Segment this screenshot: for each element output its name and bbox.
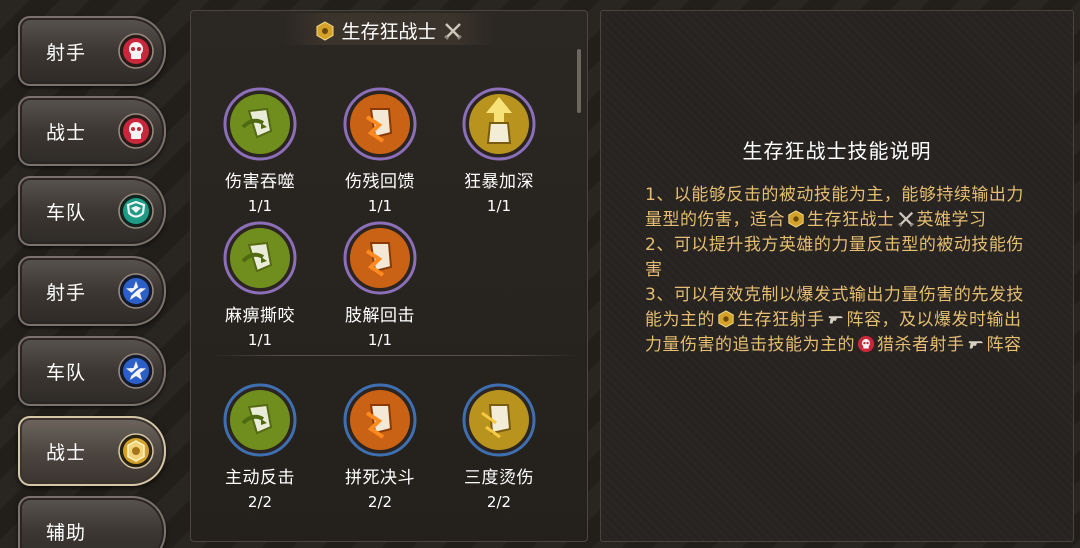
skill-desperate-duel[interactable]: 拼死决斗 2/2 <box>330 383 430 511</box>
skill-paralyzing-bite[interactable]: 麻痹撕咬 1/1 <box>210 221 310 349</box>
skill-name: 伤残回馈 <box>345 172 415 192</box>
skills-panel: 生存狂战士 伤害吞噬 1/1 伤残回馈 1/1 狂暴加深 1/1 麻痹撕咬 1/… <box>190 10 588 542</box>
gun-icon <box>967 335 985 353</box>
blue-star-badge-icon <box>118 353 154 389</box>
tab-label: 射手 <box>46 282 87 304</box>
skill-name: 肢解回击 <box>345 306 415 326</box>
teal-shield-badge-icon <box>118 193 154 229</box>
tab-convoy-1[interactable]: 车队 <box>18 176 166 246</box>
tab-support[interactable]: 辅助 <box>18 496 166 548</box>
tab-shooter-2[interactable]: 射手 <box>18 256 166 326</box>
red-skull-badge-icon <box>118 33 154 69</box>
skill-level: 1/1 <box>247 197 273 215</box>
skill-name: 拼死决斗 <box>345 468 415 488</box>
description-point-3: 3、可以有效克制以爆发式输出力量伤害的先发技能为主的 生存狂射手 阵容，及以爆发时输… <box>645 283 1035 358</box>
gold-hexagon-icon <box>787 210 805 228</box>
skill-name: 主动反击 <box>225 468 295 488</box>
skill-third-degree-burn[interactable]: 三度烫伤 2/2 <box>449 383 549 511</box>
description-panel: 生存狂战士技能说明 1、以能够反击的被动技能为主，能够持续输出力量型的伤害，适合… <box>600 10 1074 542</box>
green-leaf-skill-icon <box>223 87 297 161</box>
gold-hexagon-icon <box>315 21 335 41</box>
skill-name: 伤害吞噬 <box>225 172 295 192</box>
text: 英雄学习 <box>916 210 987 230</box>
tab-label: 射手 <box>46 42 87 64</box>
tab-label: 车队 <box>46 362 87 384</box>
gold-arrow-skill-icon <box>462 87 536 161</box>
description-point-1: 1、以能够反击的被动技能为主，能够持续输出力量型的伤害，适合 生存狂战士 英雄学习 <box>645 183 1035 233</box>
tab-label: 辅助 <box>46 522 87 544</box>
text: 猎杀者射手 <box>877 335 965 355</box>
green-leaf-skill-icon <box>223 383 297 457</box>
skill-level: 1/1 <box>486 197 512 215</box>
blue-star-badge-icon <box>118 273 154 309</box>
gold-hexagon-badge-icon <box>118 433 154 469</box>
skill-level: 2/2 <box>486 493 512 511</box>
skill-name: 麻痹撕咬 <box>225 306 295 326</box>
skill-level: 2/2 <box>247 493 273 511</box>
skill-active-counter[interactable]: 主动反击 2/2 <box>210 383 310 511</box>
description-point-2: 2、可以提升我方英雄的力量反击型的被动技能伤害 <box>645 235 1024 280</box>
skill-maim-feedback[interactable]: 伤残回馈 1/1 <box>330 87 430 215</box>
tab-warrior-2-active[interactable]: 战士 <box>18 416 166 486</box>
description-body: 1、以能够反击的被动技能为主，能够持续输出力量型的伤害，适合 生存狂战士 英雄学习 … <box>645 183 1035 358</box>
gun-icon <box>827 310 845 328</box>
red-skull-icon <box>857 335 875 353</box>
skill-level: 2/2 <box>367 493 393 511</box>
orange-flame-skill-icon <box>343 221 417 295</box>
tab-label: 车队 <box>46 202 87 224</box>
skill-name: 三度烫伤 <box>464 468 534 488</box>
text: 阵容 <box>986 335 1022 355</box>
tab-label: 战士 <box>46 122 87 144</box>
skill-berserk-deepen[interactable]: 狂暴加深 1/1 <box>449 87 549 215</box>
tab-warrior-1[interactable]: 战士 <box>18 96 166 166</box>
skill-level: 1/1 <box>247 331 273 349</box>
skill-name: 狂暴加深 <box>464 172 534 192</box>
tab-shooter-1[interactable]: 射手 <box>18 16 166 86</box>
skill-damage-devour[interactable]: 伤害吞噬 1/1 <box>210 87 310 215</box>
description-title: 生存狂战士技能说明 <box>742 139 932 163</box>
orange-flame-skill-icon <box>343 87 417 161</box>
orange-flame-skill-icon <box>343 383 417 457</box>
tab-label: 战士 <box>46 442 87 464</box>
red-skull-badge-icon <box>118 113 154 149</box>
section-divider <box>213 355 577 356</box>
crossed-swords-icon <box>443 21 463 41</box>
skill-dismember-counter[interactable]: 肢解回击 1/1 <box>330 221 430 349</box>
text: 生存狂战士 <box>807 210 895 230</box>
green-leaf-skill-icon <box>223 221 297 295</box>
gold-hexagon-icon <box>717 310 735 328</box>
tab-convoy-2[interactable]: 车队 <box>18 336 166 406</box>
game-screen: 射手 战士 车队 射手 车队 战士 辅助 生存狂战士 伤害吞噬 1/1 伤残回馈… <box>0 0 1080 548</box>
crossed-swords-icon <box>897 210 915 228</box>
category-sidebar: 射手 战士 车队 射手 车队 战士 辅助 <box>0 0 175 548</box>
text: 生存狂射手 <box>737 310 825 330</box>
gold-scroll-skill-icon <box>462 383 536 457</box>
skill-level: 1/1 <box>367 197 393 215</box>
scrollbar-thumb[interactable] <box>577 49 581 113</box>
skill-level: 1/1 <box>367 331 393 349</box>
panel-title-text: 生存狂战士 <box>341 21 437 43</box>
panel-title: 生存狂战士 <box>191 17 587 44</box>
